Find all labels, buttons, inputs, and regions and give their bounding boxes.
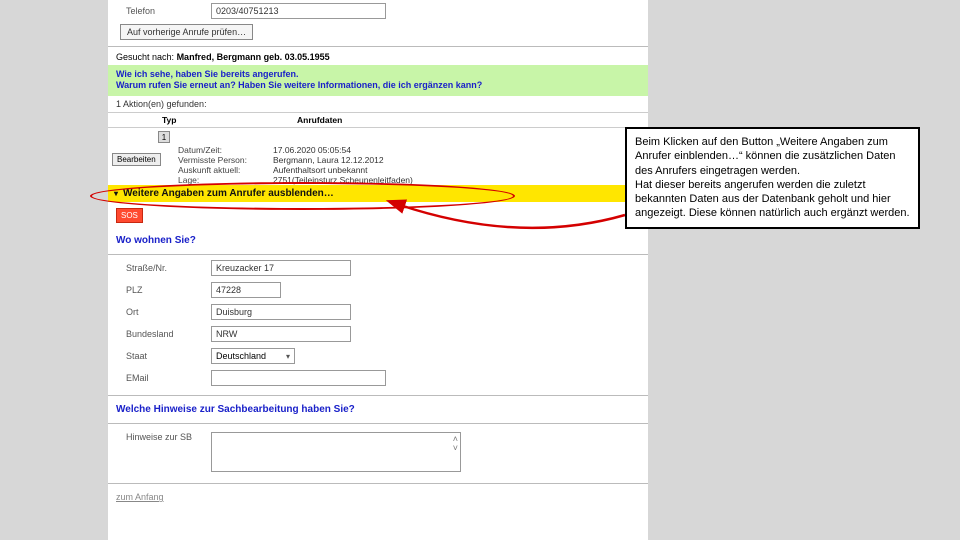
ausk-key: Auskunft aktuell:	[178, 165, 273, 175]
datum-val: 17.06.2020 05:05:54	[273, 145, 351, 155]
toggle-caller-details-bar[interactable]: ▾ Weitere Angaben zum Anrufer ausblenden…	[108, 185, 648, 202]
staat-select[interactable]: Deutschland ▾	[211, 348, 295, 364]
section-wohnen: Wo wohnen Sie?	[108, 229, 648, 252]
callout-text: Beim Klicken auf den Button „Weitere Ang…	[635, 136, 910, 219]
staat-label: Staat	[126, 351, 211, 361]
datum-key: Datum/Zeit:	[178, 145, 273, 155]
row-icon[interactable]: 1	[158, 131, 170, 143]
plz-label: PLZ	[126, 285, 211, 295]
gesucht-prefix: Gesucht nach:	[116, 52, 174, 62]
ausk-val: Aufenthaltsort unbekannt	[273, 165, 368, 175]
found-count: 1 Aktion(en) gefunden:	[108, 96, 648, 112]
triangle-down-icon: ▾	[114, 189, 118, 198]
bearbeiten-button[interactable]: Bearbeiten	[112, 153, 161, 166]
telefon-input[interactable]	[211, 3, 386, 19]
lage-key: Lage:	[178, 175, 273, 185]
hinweise-label: Hinweise zur SB	[126, 432, 211, 442]
verm-key: Vermisste Person:	[178, 155, 273, 165]
sos-badge[interactable]: SOS	[116, 208, 143, 223]
land-label: Bundesland	[126, 329, 211, 339]
col-typ: Typ	[162, 115, 217, 125]
strasse-label: Straße/Nr.	[126, 263, 211, 273]
toggle-caller-details-label: Weitere Angaben zum Anrufer ausblenden…	[123, 188, 334, 199]
lage-val: 2751(Teileinsturz Scheunenleitfaden)	[273, 175, 413, 185]
green-info-band: Wie ich sehe, haben Sie bereits angerufe…	[108, 65, 648, 96]
email-input[interactable]	[211, 370, 386, 386]
section-hinweise: Welche Hinweise zur Sachbearbeitung habe…	[108, 398, 648, 421]
ort-input[interactable]	[211, 304, 351, 320]
land-input[interactable]	[211, 326, 351, 342]
email-label: EMail	[126, 373, 211, 383]
hinweise-textarea[interactable]: ˄˅	[211, 432, 461, 472]
app-window: Telefon Auf vorherige Anrufe prüfen… Ges…	[108, 0, 648, 540]
col-anrufdaten: Anrufdaten	[297, 115, 342, 125]
scroll-up-icon[interactable]: ˄˅	[453, 435, 458, 453]
strasse-input[interactable]	[211, 260, 351, 276]
green-line-1: Wie ich sehe, haben Sie bereits angerufe…	[116, 69, 640, 80]
zum-anfang-link[interactable]: zum Anfang	[116, 492, 164, 502]
verm-val: Bergmann, Laura 12.12.2012	[273, 155, 384, 165]
ort-label: Ort	[126, 307, 211, 317]
prev-calls-button[interactable]: Auf vorherige Anrufe prüfen…	[120, 24, 253, 40]
telefon-label: Telefon	[126, 6, 211, 16]
plz-input[interactable]	[211, 282, 281, 298]
staat-value: Deutschland	[216, 351, 266, 361]
chevron-down-icon: ▾	[286, 352, 290, 361]
callout-box: Beim Klicken auf den Button „Weitere Ang…	[625, 127, 920, 229]
green-line-2: Warum rufen Sie erneut an? Haben Sie wei…	[116, 80, 640, 91]
gesucht-value: Manfred, Bergmann geb. 03.05.1955	[177, 52, 330, 62]
